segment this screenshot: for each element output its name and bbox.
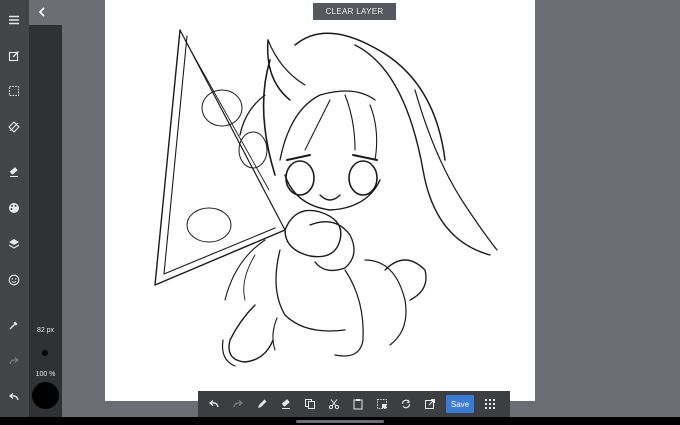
eyedropper-icon[interactable] [5,316,23,334]
home-indicator[interactable] [296,420,384,423]
brush-opacity-label: 100 % [35,371,56,378]
export-icon[interactable] [418,391,442,417]
drawing-canvas[interactable] [105,0,535,401]
undo-icon[interactable] [202,391,226,417]
grid-icon[interactable] [478,391,502,417]
paste-icon[interactable] [346,391,370,417]
cut-icon[interactable] [322,391,346,417]
bottom-toolbar: Save [198,391,510,417]
brush-size-preview [42,350,48,356]
clear-layer-button[interactable]: CLEAR LAYER [313,3,396,20]
collapse-chevron-icon[interactable] [34,4,50,20]
save-button[interactable]: Save [446,395,474,413]
rotate-icon[interactable] [5,118,23,136]
redo-icon[interactable] [5,352,23,370]
copy-icon[interactable] [298,391,322,417]
redo-icon[interactable] [226,391,250,417]
select-icon[interactable] [370,391,394,417]
pencil-icon[interactable] [250,391,274,417]
rotate-icon[interactable] [394,391,418,417]
eraser-icon[interactable] [5,163,23,181]
layers-icon[interactable] [5,235,23,253]
current-color-swatch[interactable] [32,382,59,409]
tool-options-panel [29,25,62,417]
eraser-icon[interactable] [274,391,298,417]
sketch-artwork [154,29,498,367]
face-icon[interactable] [5,271,23,289]
brush-size-label: 82 px [36,327,55,334]
edit-square-icon[interactable] [5,47,23,65]
undo-icon[interactable] [5,388,23,406]
menu-icon[interactable] [5,11,23,29]
palette-icon[interactable] [5,199,23,217]
selection-icon[interactable] [5,82,23,100]
